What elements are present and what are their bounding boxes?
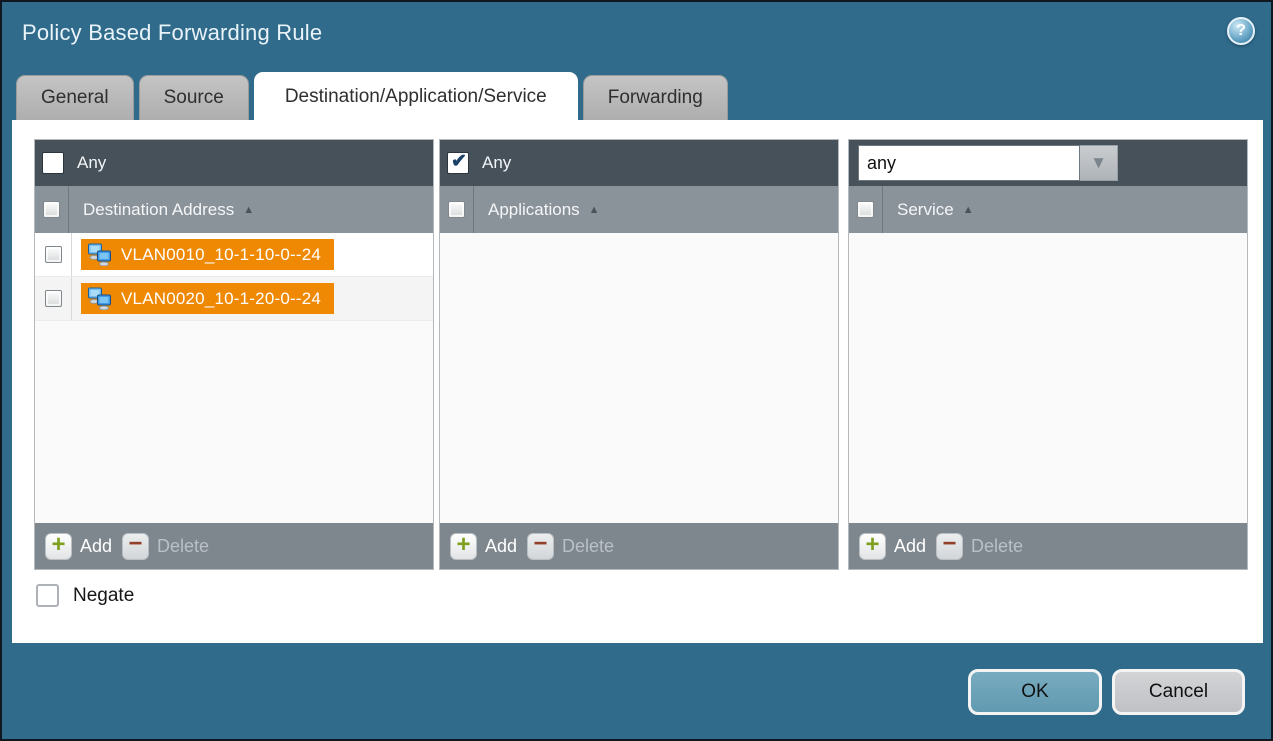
ok-button[interactable]: OK: [968, 669, 1102, 715]
applications-panel: ✔ Any Applications ▲ + Add − Delete: [439, 139, 839, 570]
applications-column-header[interactable]: Applications: [488, 200, 580, 220]
applications-any-label: Any: [482, 153, 511, 173]
address-object-chip[interactable]: VLAN0020_10-1-20-0--24: [81, 283, 334, 314]
sort-ascending-icon[interactable]: ▲: [589, 204, 600, 216]
tab-bar: General Source Destination/Application/S…: [16, 72, 733, 120]
tab-source[interactable]: Source: [139, 75, 249, 120]
service-panel: any ▼ Service ▲ + Add −: [848, 139, 1248, 570]
applications-list: [440, 233, 838, 523]
question-mark-glyph: ?: [1236, 22, 1246, 40]
service-header-row: Service ▲: [849, 186, 1247, 233]
applications-any-checkbox[interactable]: ✔: [448, 153, 468, 173]
applications-add-button[interactable]: + Add: [450, 533, 517, 560]
cancel-button[interactable]: Cancel: [1112, 669, 1245, 715]
service-list: [849, 233, 1247, 523]
negate-checkbox[interactable]: [36, 584, 59, 607]
destination-any-checkbox[interactable]: [43, 153, 63, 173]
dialog-title: Policy Based Forwarding Rule: [22, 20, 322, 46]
applications-any-bar: ✔ Any: [440, 140, 838, 186]
ok-button-label: OK: [1021, 681, 1048, 703]
applications-delete-button[interactable]: − Delete: [527, 533, 614, 560]
address-object-name: VLAN0010_10-1-10-0--24: [121, 245, 321, 265]
network-address-icon: [87, 287, 113, 310]
destination-any-label: Any: [77, 153, 106, 173]
applications-select-all-checkbox[interactable]: [448, 201, 465, 218]
add-button-label: Add: [485, 536, 517, 557]
table-row[interactable]: VLAN0010_10-1-10-0--24: [35, 233, 433, 277]
destination-address-header-row: Destination Address ▲: [35, 186, 433, 233]
destination-add-button[interactable]: + Add: [45, 533, 112, 560]
row-checkbox[interactable]: [45, 246, 62, 263]
address-object-name: VLAN0020_10-1-20-0--24: [121, 289, 321, 309]
service-type-value[interactable]: any: [858, 145, 1080, 181]
tab-general[interactable]: General: [16, 75, 134, 120]
pbf-rule-dialog: Policy Based Forwarding Rule ? General S…: [0, 0, 1273, 741]
destination-address-panel: Any Destination Address ▲: [34, 139, 434, 570]
delete-icon: −: [936, 533, 963, 560]
service-select-all-checkbox[interactable]: [857, 201, 874, 218]
tab-forwarding[interactable]: Forwarding: [583, 75, 728, 120]
sort-ascending-icon[interactable]: ▲: [963, 204, 974, 216]
checkmark-icon: ✔: [451, 152, 467, 171]
address-object-chip[interactable]: VLAN0010_10-1-10-0--24: [81, 239, 334, 270]
header-divider: [68, 186, 69, 233]
destination-any-bar: Any: [35, 140, 433, 186]
tab-label: Source: [164, 87, 224, 109]
header-divider: [473, 186, 474, 233]
add-button-label: Add: [894, 536, 926, 557]
help-icon[interactable]: ?: [1227, 17, 1255, 45]
minus-glyph: −: [534, 532, 548, 556]
destination-delete-button[interactable]: − Delete: [122, 533, 209, 560]
applications-header-row: Applications ▲: [440, 186, 838, 233]
minus-glyph: −: [943, 532, 957, 556]
plus-glyph: +: [456, 533, 470, 557]
delete-button-label: Delete: [157, 536, 209, 557]
delete-button-label: Delete: [562, 536, 614, 557]
destination-address-list: VLAN0010_10-1-10-0--24: [35, 233, 433, 523]
row-checkbox-cell: [35, 277, 72, 320]
delete-button-label: Delete: [971, 536, 1023, 557]
dropdown-button[interactable]: ▼: [1080, 145, 1118, 181]
table-row[interactable]: VLAN0020_10-1-20-0--24: [35, 277, 433, 321]
service-type-dropdown[interactable]: any ▼: [858, 145, 1118, 181]
service-footer-bar: + Add − Delete: [849, 523, 1247, 569]
tab-content-panel: Any Destination Address ▲: [12, 120, 1263, 643]
tab-label: Forwarding: [608, 87, 703, 109]
row-checkbox-cell: [35, 233, 72, 276]
cancel-button-label: Cancel: [1149, 681, 1208, 703]
plus-glyph: +: [51, 533, 65, 557]
service-add-button[interactable]: + Add: [859, 533, 926, 560]
service-dropdown-bar: any ▼: [849, 140, 1247, 186]
destination-select-all-checkbox[interactable]: [43, 201, 60, 218]
chevron-down-icon: ▼: [1090, 153, 1107, 173]
delete-icon: −: [122, 533, 149, 560]
header-divider: [882, 186, 883, 233]
applications-footer-bar: + Add − Delete: [440, 523, 838, 569]
sort-ascending-icon[interactable]: ▲: [243, 204, 254, 216]
add-icon: +: [45, 533, 72, 560]
negate-option: Negate: [36, 584, 134, 607]
add-icon: +: [859, 533, 886, 560]
service-delete-button[interactable]: − Delete: [936, 533, 1023, 560]
add-button-label: Add: [80, 536, 112, 557]
tab-label: General: [41, 87, 109, 109]
tab-destination-application-service[interactable]: Destination/Application/Service: [254, 72, 578, 120]
row-checkbox[interactable]: [45, 290, 62, 307]
minus-glyph: −: [129, 532, 143, 556]
negate-label: Negate: [73, 585, 134, 607]
plus-glyph: +: [865, 533, 879, 557]
destination-address-column-header[interactable]: Destination Address: [83, 200, 234, 220]
add-icon: +: [450, 533, 477, 560]
delete-icon: −: [527, 533, 554, 560]
tab-label: Destination/Application/Service: [285, 86, 547, 108]
service-column-header[interactable]: Service: [897, 200, 954, 220]
destination-footer-bar: + Add − Delete: [35, 523, 433, 569]
network-address-icon: [87, 243, 113, 266]
